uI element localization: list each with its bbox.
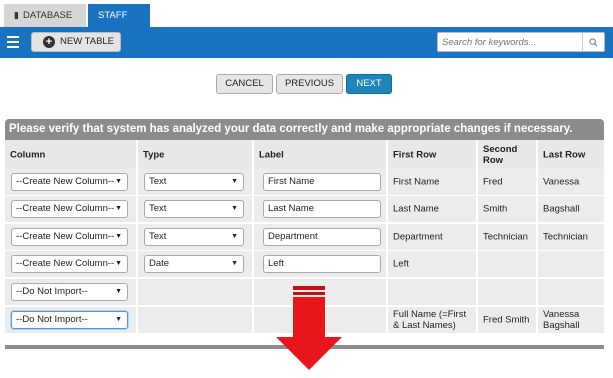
label-input[interactable]: First Name xyxy=(263,173,381,191)
first-row-value: First Name xyxy=(393,176,440,188)
caret-down-icon: ▼ xyxy=(231,260,238,267)
tab-bar: ▮DATABASE STAFF ✦ xyxy=(0,0,613,43)
second-row-value: Fred Smith xyxy=(483,314,530,326)
hamburger-menu-icon[interactable] xyxy=(7,36,19,48)
second-row-value: Fred xyxy=(483,176,503,188)
column-select-value: --Create New Column-- xyxy=(16,203,115,214)
caret-down-icon: ▼ xyxy=(115,178,122,185)
first-row-value: Full Name (=First & Last Names) xyxy=(393,309,467,331)
column-select-value: --Do Not Import-- xyxy=(16,286,88,297)
caret-down-icon: ▼ xyxy=(115,205,122,212)
table-row: --Create New Column-- ▼ Text ▼ First Name Fir… xyxy=(5,169,604,195)
label-input[interactable]: Last Name xyxy=(263,200,381,218)
toolbar: + NEW TABLE xyxy=(0,27,613,58)
second-row-value: Technician xyxy=(483,231,528,243)
first-row-value: Left xyxy=(393,258,409,270)
last-row-value: Vanessa xyxy=(543,176,580,188)
search-box xyxy=(437,32,605,52)
column-select[interactable]: --Create New Column-- ▼ xyxy=(11,228,128,246)
header-last-row: Last Row xyxy=(543,149,586,160)
caret-down-icon: ▼ xyxy=(231,178,238,185)
column-select[interactable]: --Create New Column-- ▼ xyxy=(11,255,128,273)
caret-down-icon: ▼ xyxy=(115,288,122,295)
caret-down-icon: ▼ xyxy=(115,260,122,267)
new-table-button[interactable]: + NEW TABLE xyxy=(31,32,121,52)
table-row: --Create New Column-- ▼ Date ▼ Left Left xyxy=(5,251,604,277)
type-select[interactable]: Text ▼ xyxy=(144,228,244,246)
header-label: Label xyxy=(259,149,284,160)
type-select[interactable]: Text ▼ xyxy=(144,173,244,191)
last-row-value: Technician xyxy=(543,231,588,243)
type-select[interactable]: Text ▼ xyxy=(144,200,244,218)
column-select[interactable]: --Do Not Import-- ▼ xyxy=(11,283,128,301)
tab-database-label: DATABASE xyxy=(22,10,73,21)
caret-down-icon: ▼ xyxy=(231,233,238,240)
type-select-value: Text xyxy=(149,203,167,214)
table-row: --Create New Column-- ▼ Text ▼ Last Name Last… xyxy=(5,196,604,222)
table-header-row: Column Type Label First Row Second Row L… xyxy=(5,140,604,169)
caret-down-icon: ▼ xyxy=(115,233,122,240)
new-table-label: NEW TABLE xyxy=(60,36,115,47)
plus-circle-icon: + xyxy=(43,36,55,48)
column-select[interactable]: --Create New Column-- ▼ xyxy=(11,173,128,191)
caret-down-icon: ▼ xyxy=(231,205,238,212)
first-row-value: Last Name xyxy=(393,203,439,215)
previous-button[interactable]: PREVIOUS xyxy=(276,74,343,94)
caret-down-icon: ▼ xyxy=(115,316,122,323)
column-select-value: --Do Not Import-- xyxy=(16,314,88,325)
table-row: --Create New Column-- ▼ Text ▼ Department Dep… xyxy=(5,224,604,250)
column-select[interactable]: --Create New Column-- ▼ xyxy=(11,200,128,218)
tab-staff[interactable]: STAFF ✦ xyxy=(88,4,150,43)
database-icon: ▮ xyxy=(14,10,19,20)
label-input[interactable]: Department xyxy=(263,228,381,246)
type-select-value: Text xyxy=(149,176,167,187)
verify-banner: Please verify that system has analyzed y… xyxy=(5,119,604,140)
column-select-value: --Create New Column-- xyxy=(16,176,115,187)
column-select[interactable]: --Do Not Import-- ▼ xyxy=(11,311,128,329)
column-select-value: --Create New Column-- xyxy=(16,258,115,269)
last-row-value: Bagshall xyxy=(543,203,580,215)
down-arrow-icon xyxy=(276,286,342,370)
search-input[interactable] xyxy=(442,33,584,51)
header-column: Column xyxy=(10,149,46,160)
second-row-value: Smith xyxy=(483,203,508,215)
search-icon xyxy=(589,38,598,47)
tab-database[interactable]: ▮ DATABASE xyxy=(4,4,86,27)
header-first-row: First Row xyxy=(393,149,437,160)
column-select-value: --Create New Column-- xyxy=(16,231,115,242)
header-second-row: Second Row xyxy=(483,143,518,166)
search-button[interactable] xyxy=(582,33,604,51)
tab-staff-label: STAFF xyxy=(98,10,128,21)
header-type: Type xyxy=(143,149,165,160)
next-button[interactable]: NEXT xyxy=(346,74,392,94)
label-input[interactable]: Left xyxy=(263,255,381,273)
last-row-value: Vanessa Bagshall xyxy=(543,309,580,331)
type-select[interactable]: Date ▼ xyxy=(144,255,244,273)
type-select-value: Text xyxy=(149,231,167,242)
first-row-value: Department xyxy=(393,231,443,243)
cancel-button[interactable]: CANCEL xyxy=(216,74,273,94)
type-select-value: Date xyxy=(149,258,170,269)
